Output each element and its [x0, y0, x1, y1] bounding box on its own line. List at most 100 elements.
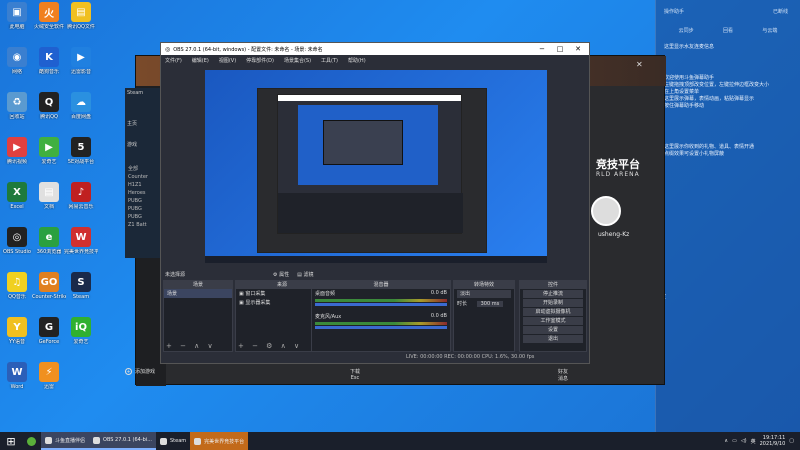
- close-icon[interactable]: ✕: [636, 60, 643, 69]
- control-button[interactable]: 开始录制: [523, 299, 583, 307]
- taskbar-item[interactable]: Steam: [156, 432, 190, 450]
- source-tools[interactable]: + − ⚙ ∧ ∨: [238, 342, 302, 350]
- menu-item[interactable]: 场景集合(S): [284, 57, 311, 64]
- desktop-icon-label: 火绒安全软件: [33, 24, 64, 30]
- replay-button[interactable]: 回看: [723, 27, 733, 34]
- desktop-icon[interactable]: W 完美世界竞技平台: [64, 227, 98, 269]
- ime-indicator[interactable]: 英: [751, 438, 756, 445]
- desktop-icon[interactable]: ☁ 百度网盘: [66, 92, 96, 134]
- taskbar-pin[interactable]: [22, 432, 41, 450]
- desktop-icon[interactable]: G GeForce: [34, 317, 64, 359]
- desktop-icon[interactable]: ♪ 网易云音乐: [66, 182, 96, 224]
- desktop-icon[interactable]: ♻ 回收站: [2, 92, 32, 134]
- desktop-icon[interactable]: ◎ OBS Studio: [2, 227, 32, 269]
- cloud-sync-button[interactable]: 云同步: [679, 27, 694, 34]
- desktop-icon[interactable]: ▶ 爱奇艺: [34, 137, 64, 179]
- close-icon[interactable]: ✕: [569, 43, 587, 55]
- app-icon: ▶: [7, 137, 27, 157]
- list-item[interactable]: H1Z1: [125, 181, 165, 189]
- menu-item[interactable]: 文件(F): [165, 57, 182, 64]
- minimize-icon[interactable]: −: [533, 43, 551, 55]
- desktop-icon[interactable]: ⚡ 迅雷: [34, 362, 64, 404]
- list-item[interactable]: PUBG: [125, 213, 165, 221]
- desktop-icon[interactable]: ▣ 此电脑: [2, 2, 32, 44]
- source-label: 显示器采集: [245, 300, 271, 306]
- app-icon: S: [71, 272, 91, 292]
- download-status[interactable]: 下载 Esc: [350, 368, 360, 381]
- desktop-icon[interactable]: 火火绒安全软件: [34, 2, 64, 44]
- clock[interactable]: 19:17:11 2021/9/10: [760, 435, 786, 447]
- desktop-icon-label: 网易云音乐: [68, 204, 94, 210]
- desktop-icon[interactable]: iQ 爱奇艺: [66, 317, 96, 359]
- list-item[interactable]: Z1 Batt: [125, 221, 165, 229]
- steam-games[interactable]: 游戏: [125, 139, 165, 150]
- download-label: 下载: [350, 369, 361, 375]
- list-item[interactable]: 全部: [125, 164, 165, 173]
- avatar[interactable]: [591, 196, 621, 226]
- maximize-icon[interactable]: □: [551, 43, 569, 55]
- volume-slider[interactable]: [315, 303, 447, 306]
- steam-home[interactable]: 主页: [125, 118, 165, 129]
- panel-note: 这里展示你收到的礼物、道具、表情开通: [664, 144, 755, 150]
- tray-chevron-icon[interactable]: ∧: [724, 438, 728, 444]
- taskbar-item[interactable]: OBS 27.0.1 (64-bi...: [89, 432, 156, 450]
- desktop-icon-label: YY语音: [8, 339, 26, 345]
- panel-note: 左键拖拽顶部改变位置，左键拉伸边框改变大小: [664, 82, 770, 88]
- taskbar-item[interactable]: 斗鱼直播伴侣: [41, 432, 90, 450]
- panel-note: 这里展示弹幕，表情动画，粘贴弹幕显示: [664, 96, 755, 102]
- notification-icon[interactable]: ▢: [789, 438, 794, 444]
- duration-input[interactable]: 300 ms: [476, 301, 504, 307]
- desktop-icon[interactable]: S Steam: [66, 272, 96, 314]
- app-icon: ▶: [39, 137, 59, 157]
- obs-preview[interactable]: [205, 70, 547, 263]
- desktop-icon[interactable]: X Excel: [2, 182, 32, 224]
- start-button[interactable]: ⊞: [0, 432, 22, 450]
- desktop-icon[interactable]: 5 5E对战平台: [66, 137, 96, 179]
- menu-item[interactable]: 视图(V): [219, 57, 236, 64]
- desktop-icon[interactable]: ▤ 腾讯QQ文件: [66, 2, 96, 44]
- network-icon[interactable]: ▭: [732, 438, 737, 444]
- desktop-icon[interactable]: Y YY语音: [2, 317, 32, 359]
- desktop-icon[interactable]: ◉ 网络: [2, 47, 32, 89]
- list-item[interactable]: PUBG: [125, 205, 165, 213]
- taskbar-item[interactable]: 完美世界竞技平台: [190, 432, 249, 450]
- desktop-icon[interactable]: ♫ QQ音乐: [2, 272, 32, 314]
- menu-item[interactable]: 工具(T): [321, 57, 338, 64]
- desktop-icon[interactable]: Q 腾讯QQ: [34, 92, 64, 134]
- duration-row: 时长 300 ms: [454, 299, 514, 308]
- menu-item[interactable]: 停靠部件(D): [246, 57, 274, 64]
- transition-select[interactable]: 淡出: [457, 290, 511, 298]
- app-icon: GO: [39, 272, 59, 292]
- obs-menubar: 文件(F) 编辑(E) 视图(V) 停靠部件(D) 场景集合(S) 工具(T) 帮助(H): [161, 55, 589, 66]
- add-game-button[interactable]: + 添加游戏: [125, 368, 155, 375]
- mixer-channel: 桌面音频 0.0 dB: [312, 289, 450, 298]
- volume-icon[interactable]: ◁): [741, 438, 747, 444]
- desktop-icon[interactable]: W Word: [2, 362, 32, 404]
- control-button[interactable]: 停止推流: [523, 290, 583, 298]
- app-icon: Q: [39, 92, 59, 112]
- scene-item[interactable]: 场景: [164, 289, 232, 298]
- desktop-icon[interactable]: ▤ 文档: [34, 182, 64, 224]
- menu-item[interactable]: 帮助(H): [348, 57, 366, 64]
- list-item[interactable]: Heroes: [125, 189, 165, 197]
- desktop-icon[interactable]: ▶ 迅雷影音: [66, 47, 96, 89]
- control-button[interactable]: 启动虚拟摄像机: [523, 308, 583, 316]
- control-button[interactable]: 退出: [523, 335, 583, 343]
- messages-label: 消息: [558, 376, 569, 382]
- friends-button[interactable]: 好友 消息: [558, 368, 568, 382]
- preview-nested-2: [277, 94, 463, 234]
- desktop-icon[interactable]: K 酷狗音乐: [34, 47, 64, 89]
- desktop-icon-label: 360浏览器: [36, 249, 62, 255]
- list-item[interactable]: PUBG: [125, 197, 165, 205]
- list-item[interactable]: Counter: [125, 173, 165, 181]
- control-button[interactable]: 工作室模式: [523, 317, 583, 325]
- desktop-icon[interactable]: ▶ 腾讯视频: [2, 137, 32, 179]
- volume-slider[interactable]: [315, 326, 447, 329]
- desktop-icon[interactable]: e 360浏览器: [34, 227, 64, 269]
- control-button[interactable]: 设置: [523, 326, 583, 334]
- cloud-button[interactable]: 与云端: [762, 27, 777, 34]
- app-icon: ♻: [7, 92, 27, 112]
- desktop-icon[interactable]: GO Counter-Strike: [32, 272, 66, 314]
- menu-item[interactable]: 编辑(E): [192, 57, 209, 64]
- scene-tools[interactable]: + − ∧ ∨: [166, 342, 216, 350]
